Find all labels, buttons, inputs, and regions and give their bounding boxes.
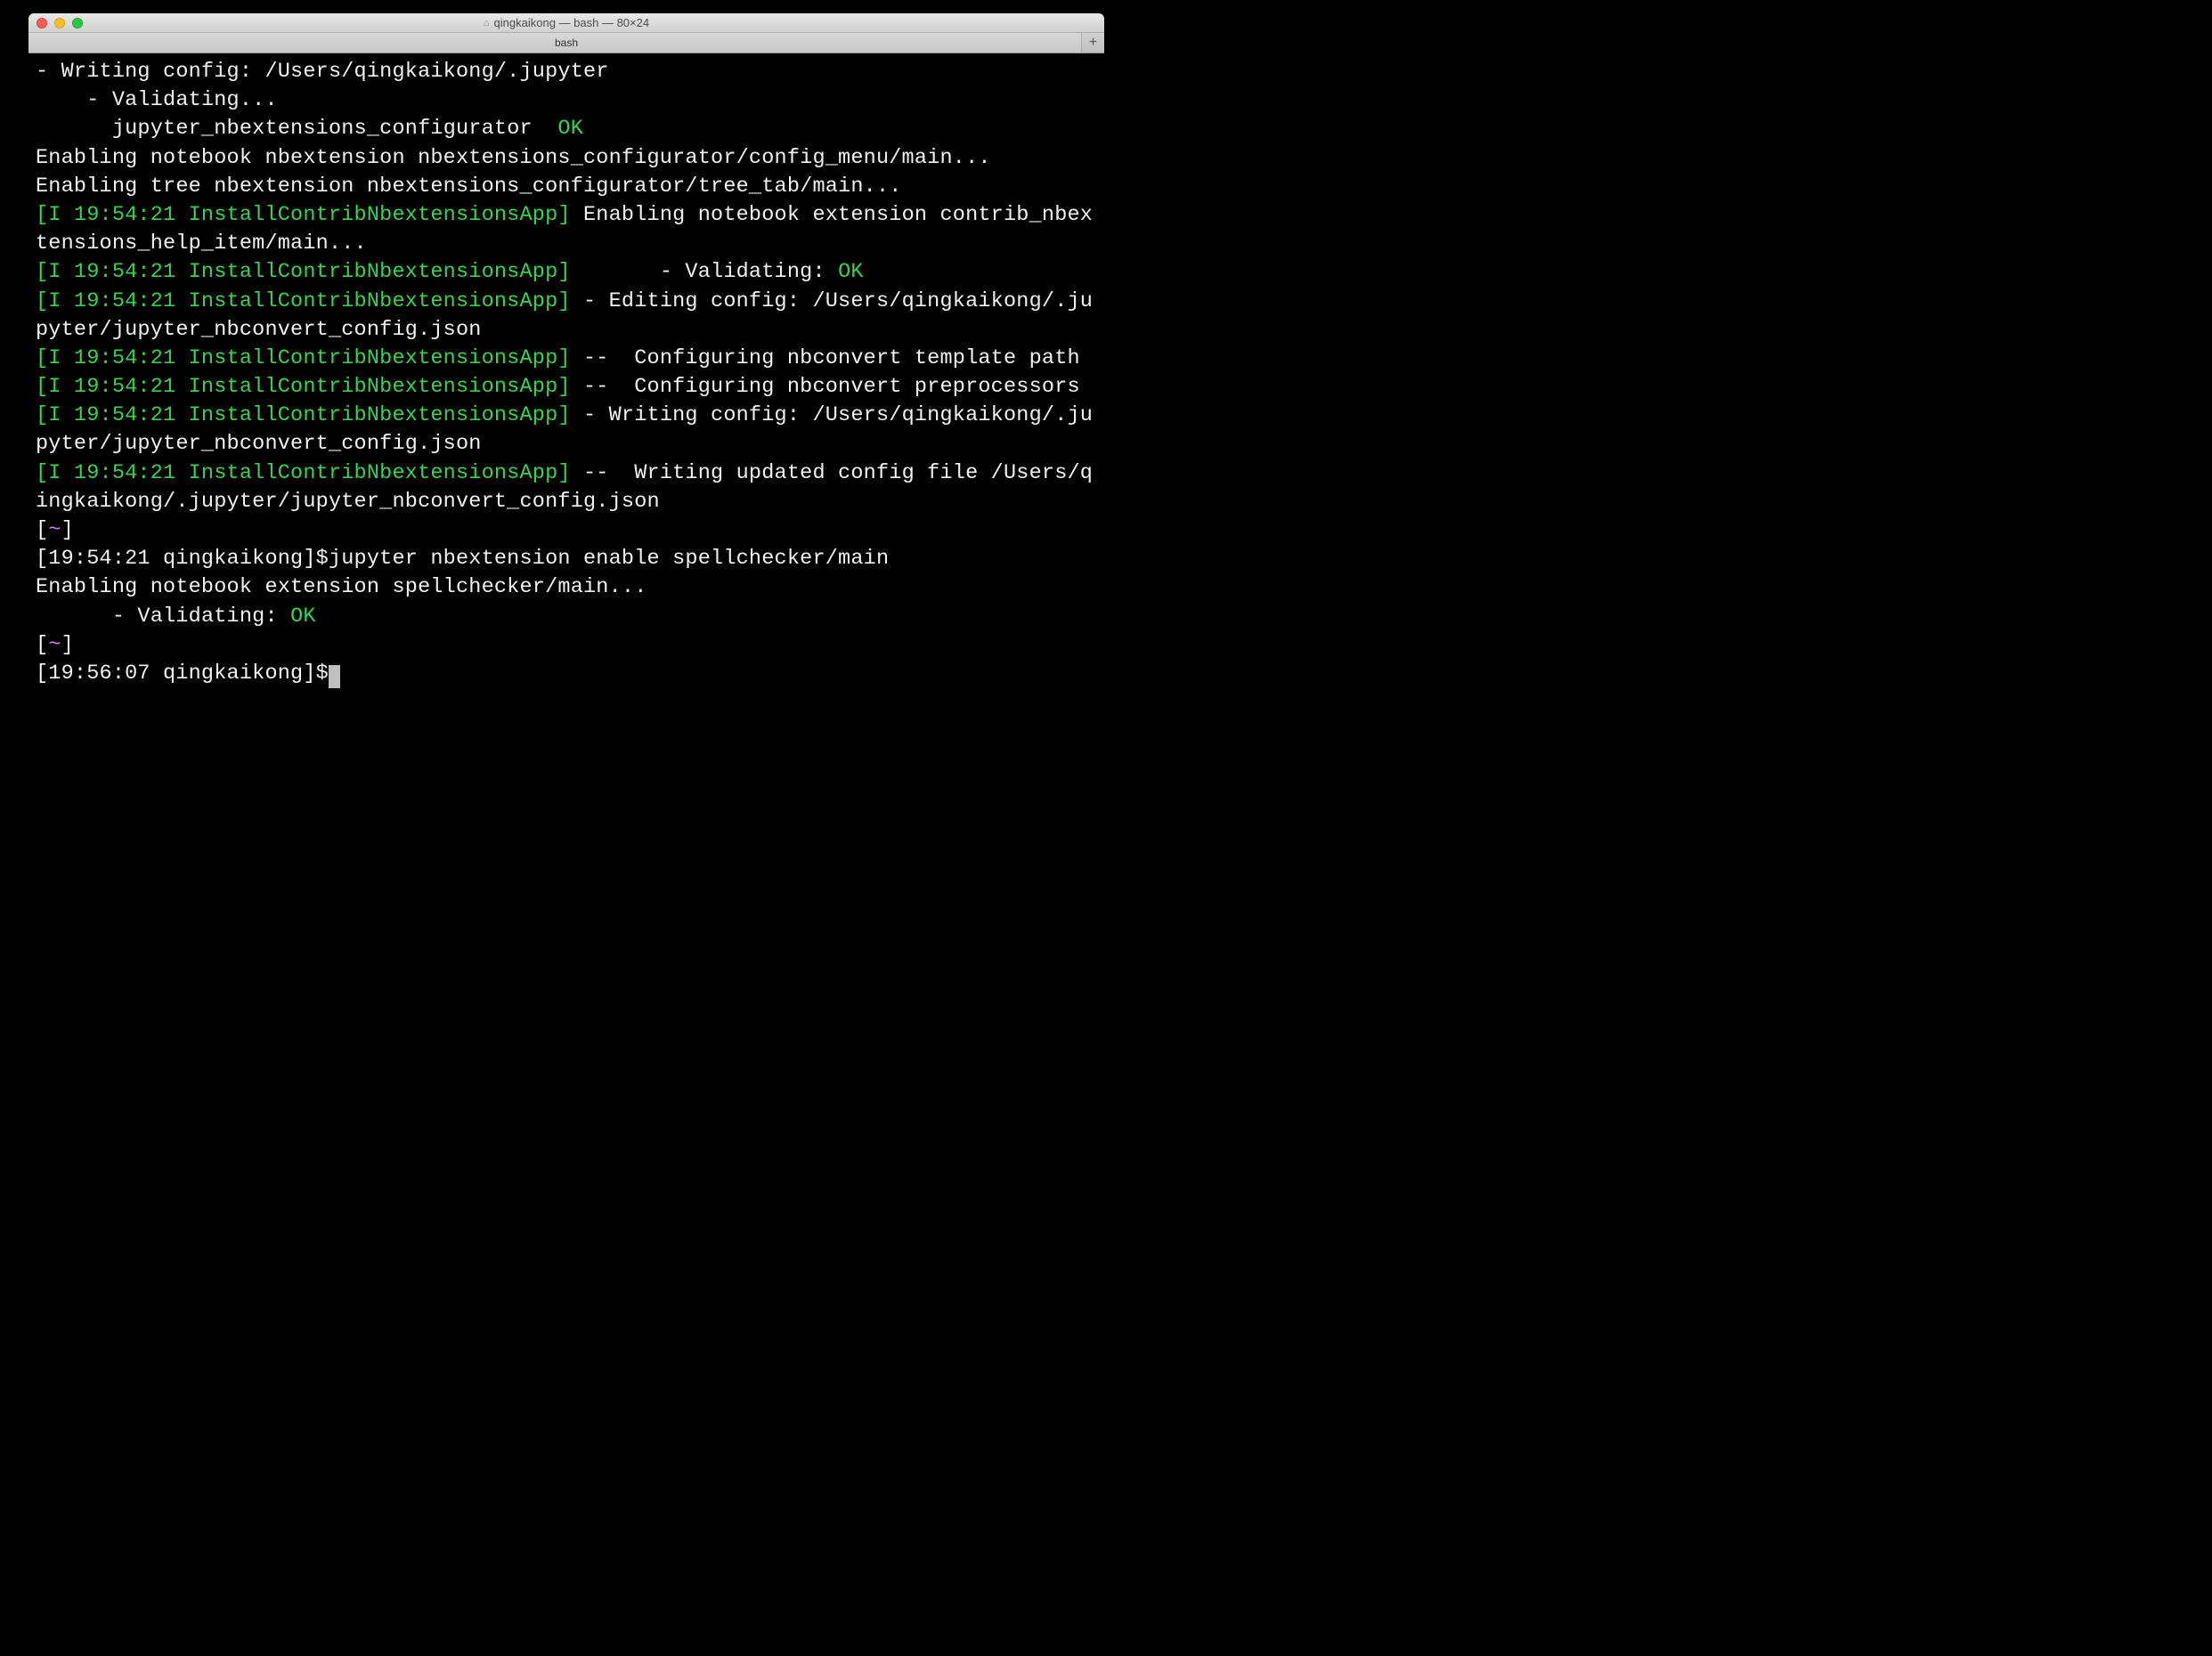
terminal-text: [I 19:54:21 InstallContribNbextensionsAp… [36,403,571,427]
traffic-lights [28,18,83,28]
terminal-text: [ [36,518,48,542]
minimize-button[interactable] [54,18,65,28]
terminal-text: Enabling tree nbextension nbextensions_c… [36,175,902,199]
terminal-text: Enabling notebook nbextension nbextensio… [36,146,991,170]
window-title-text: qingkaikong — bash — 80×24 [494,16,650,29]
terminal-text: jupyter_nbextensions_configurator [36,117,545,141]
terminal-text: OK [290,605,316,629]
terminal-text: ] [61,518,74,542]
tab-bar: bash + [28,33,1104,53]
add-tab-button[interactable]: + [1081,33,1104,53]
terminal-text: ~ [48,633,61,657]
close-button[interactable] [37,18,47,28]
terminal-text: [19:56:07 qingkaikong]$ [36,662,329,686]
terminal-text: - Validating: [571,260,838,284]
terminal-text: - Validating... [36,88,278,112]
terminal-text: -- Configuring nbconvert template path [571,346,1080,370]
terminal-text: OK [838,260,864,284]
terminal-text: OK [545,117,583,141]
terminal-text: [I 19:54:21 InstallContribNbextensionsAp… [36,203,571,227]
terminal-text: [I 19:54:21 InstallContribNbextensionsAp… [36,346,571,370]
terminal-text: Enabling notebook extension spellchecker… [36,575,647,599]
terminal-text: -- Configuring nbconvert preprocessors [571,375,1080,399]
home-icon: ⌂ [484,18,490,28]
tab-label[interactable]: bash [555,37,578,49]
terminal-text: [ [36,633,48,657]
terminal-window: ⌂ qingkaikong — bash — 80×24 bash + - Wr… [28,13,1104,695]
terminal-text: [I 19:54:21 InstallContribNbextensionsAp… [36,260,571,284]
window-title: ⌂ qingkaikong — bash — 80×24 [484,16,649,29]
terminal-text: ~ [48,518,61,542]
terminal-text: - Validating: [36,605,290,629]
terminal-text: [I 19:54:21 InstallContribNbextensionsAp… [36,375,571,399]
terminal-text: [I 19:54:21 InstallContribNbextensionsAp… [36,289,571,313]
terminal-text: ] [61,633,74,657]
title-bar[interactable]: ⌂ qingkaikong — bash — 80×24 [28,13,1104,33]
terminal-text: [I 19:54:21 InstallContribNbextensionsAp… [36,461,571,485]
cursor [329,665,340,688]
maximize-button[interactable] [72,18,83,28]
terminal-output[interactable]: - Writing config: /Users/qingkaikong/.ju… [28,53,1104,695]
terminal-text: [19:54:21 qingkaikong]$jupyter nbextensi… [36,547,889,571]
terminal-text: - Writing config: /Users/qingkaikong/.ju… [36,60,609,84]
